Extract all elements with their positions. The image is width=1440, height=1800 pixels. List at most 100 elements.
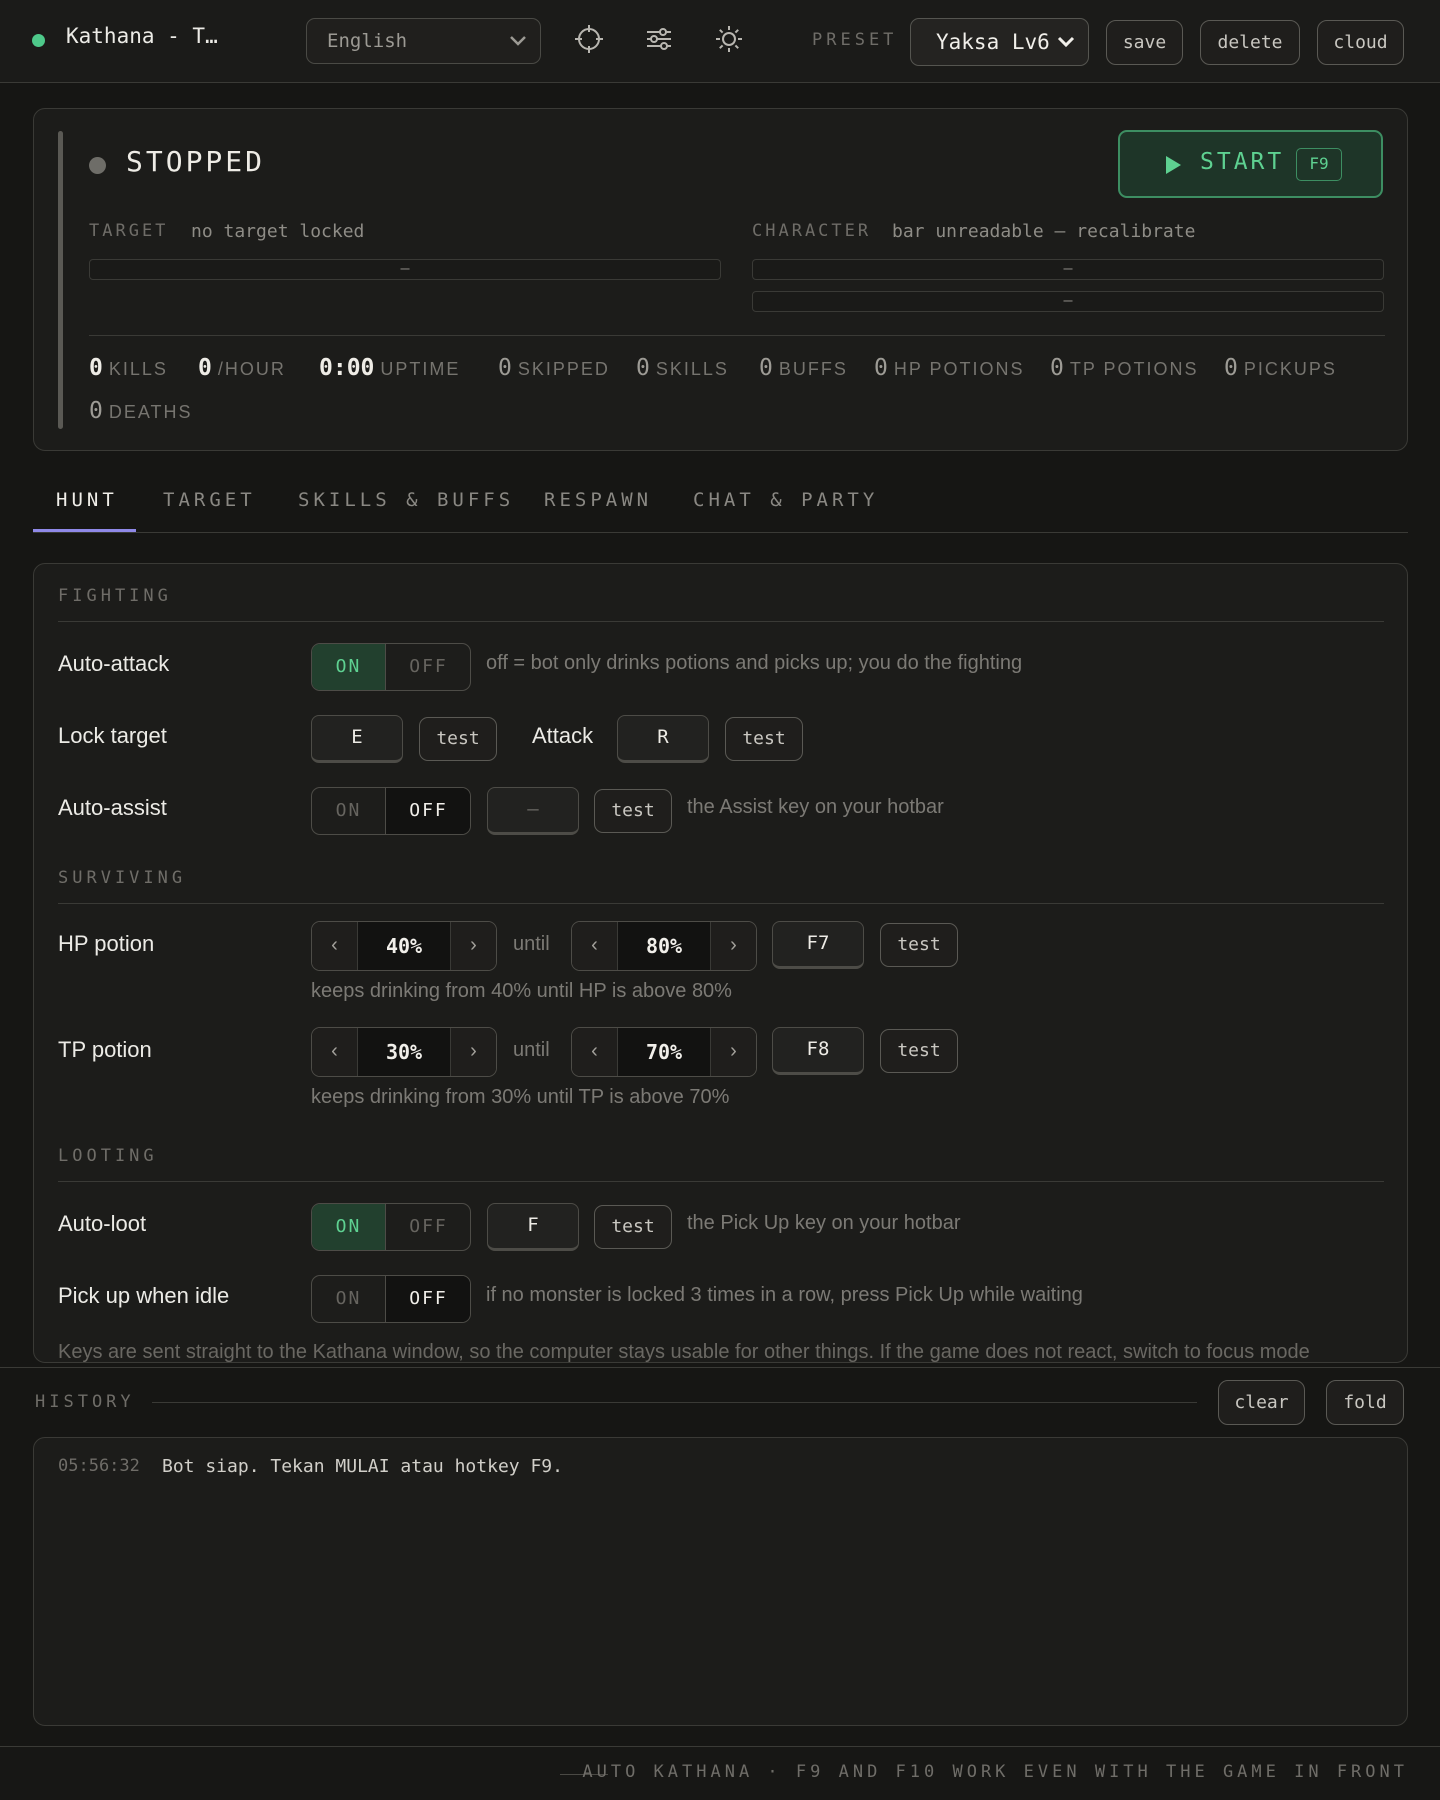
tab-hunt[interactable]: HUNT	[56, 489, 118, 511]
start-button[interactable]: START F9	[1118, 130, 1383, 198]
stat-value: 0	[636, 355, 650, 381]
auto-attack-toggle[interactable]: ON OFF	[311, 643, 471, 691]
save-preset-button[interactable]: save	[1106, 20, 1183, 65]
footer: AUTO KATHANA · F9 AND F10 WORK EVEN WITH…	[0, 1746, 1440, 1800]
auto-attack-label: Auto-attack	[58, 651, 170, 676]
increment-button[interactable]: ›	[450, 922, 496, 970]
increment-button[interactable]: ›	[450, 1028, 496, 1076]
tp-potion-until-stepper[interactable]: ‹ 70% ›	[571, 1027, 757, 1077]
delete-preset-button[interactable]: delete	[1200, 20, 1300, 65]
sliders-icon[interactable]	[644, 24, 674, 54]
cloud-button[interactable]: cloud	[1317, 20, 1404, 65]
tab-respawn[interactable]: RESPAWN	[544, 489, 652, 511]
hp-potion-until-value: 80%	[645, 934, 683, 958]
decrement-button[interactable]: ‹	[572, 1028, 618, 1076]
hp-potion-from-stepper[interactable]: ‹ 40% ›	[311, 921, 497, 971]
pickup-key[interactable]: F	[487, 1203, 579, 1251]
app-status-dot	[32, 34, 45, 47]
stat-value: 0	[1224, 355, 1238, 381]
tp-potion-from-stepper[interactable]: ‹ 30% ›	[311, 1027, 497, 1077]
toggle-off[interactable]: OFF	[385, 1276, 470, 1322]
character-section-label: CHARACTER	[752, 221, 872, 241]
stat-value: 0	[498, 355, 512, 381]
stat-kills: 0 KILLS	[89, 355, 168, 381]
hunt-settings-panel: FIGHTING Auto-attack ON OFF off = bot on…	[33, 563, 1408, 1363]
clear-history-button[interactable]: clear	[1218, 1380, 1305, 1425]
crosshair-icon[interactable]	[574, 24, 604, 54]
auto-attack-hint: off = bot only drinks potions and picks …	[486, 652, 1023, 674]
tp-potion-key[interactable]: F8	[772, 1027, 864, 1075]
auto-loot-hint: the Pick Up key on your hotbar	[687, 1212, 961, 1234]
hp-potion-key[interactable]: F7	[772, 921, 864, 969]
tp-potion-test-button[interactable]: test	[880, 1029, 958, 1073]
stat-label: BUFFS	[778, 359, 848, 379]
increment-button[interactable]: ›	[710, 1028, 756, 1076]
lock-target-key[interactable]: E	[311, 715, 403, 763]
lock-target-label: Lock target	[58, 723, 167, 748]
toggle-on[interactable]: ON	[312, 1276, 385, 1322]
hp-potion-test-button[interactable]: test	[880, 923, 958, 967]
assist-test-button[interactable]: test	[594, 789, 672, 833]
decrement-button[interactable]: ‹	[312, 1028, 358, 1076]
auto-assist-toggle[interactable]: ON OFF	[311, 787, 471, 835]
toggle-off[interactable]: OFF	[385, 788, 470, 834]
pickup-test-button[interactable]: test	[594, 1205, 672, 1249]
stat-buffs: 0 BUFFS	[759, 355, 848, 381]
active-tab-indicator	[33, 529, 136, 532]
stat-deaths: 0 DEATHS	[89, 398, 193, 424]
tab-bar: HUNT TARGET SKILLS & BUFFS RESPAWN CHAT …	[33, 467, 1408, 533]
play-icon	[1166, 156, 1181, 174]
attack-test-button[interactable]: test	[725, 717, 803, 761]
stat-value: 0	[198, 355, 212, 381]
pickup-idle-hint: if no monster is locked 3 times in a row…	[486, 1284, 1083, 1306]
stat-value: 0	[874, 355, 888, 381]
tab-target[interactable]: TARGET	[163, 489, 256, 511]
keys-footnote: Keys are sent straight to the Kathana wi…	[58, 1341, 1310, 1363]
assist-key[interactable]: –	[487, 787, 579, 835]
stat-value: 0	[1050, 355, 1064, 381]
target-section-label: TARGET	[89, 221, 169, 241]
fighting-heading: FIGHTING	[58, 586, 172, 606]
pickup-idle-label: Pick up when idle	[58, 1283, 230, 1308]
divider	[58, 1181, 1384, 1182]
stat-label: PICKUPS	[1243, 359, 1337, 379]
stat-uptime: 0:00 UPTIME	[319, 355, 460, 381]
hp-potion-from-value: 40%	[385, 934, 423, 958]
toggle-on[interactable]: ON	[312, 644, 385, 690]
toggle-on[interactable]: ON	[312, 1204, 385, 1250]
divider	[152, 1402, 1197, 1403]
pickup-idle-toggle[interactable]: ON OFF	[311, 1275, 471, 1323]
stat-label: HP POTIONS	[893, 359, 1025, 379]
tab-skills-buffs[interactable]: SKILLS & BUFFS	[298, 489, 514, 511]
fold-history-button[interactable]: fold	[1326, 1380, 1404, 1425]
stat-label: /HOUR	[217, 359, 286, 379]
lock-target-test-button[interactable]: test	[419, 717, 497, 761]
stat-label: DEATHS	[108, 402, 193, 422]
top-bar: Kathana - T… English PRESET Yaksa Lv6 sa…	[0, 0, 1440, 83]
decrement-button[interactable]: ‹	[312, 922, 358, 970]
auto-loot-toggle[interactable]: ON OFF	[311, 1203, 471, 1251]
decrement-button[interactable]: ‹	[572, 922, 618, 970]
hp-potion-until-stepper[interactable]: ‹ 80% ›	[571, 921, 757, 971]
sun-icon[interactable]	[714, 24, 744, 54]
status-indicator-bar	[58, 131, 63, 429]
surviving-heading: SURVIVING	[58, 868, 187, 888]
increment-button[interactable]: ›	[710, 922, 756, 970]
stat-value: 0	[759, 355, 773, 381]
attack-key[interactable]: R	[617, 715, 709, 763]
history-log: 05:56:32 Bot siap. Tekan MULAI atau hotk…	[33, 1437, 1408, 1726]
log-entry-message: Bot siap. Tekan MULAI atau hotkey F9.	[162, 1456, 563, 1477]
stat-label: SKILLS	[655, 359, 729, 379]
stat-label: TP POTIONS	[1069, 359, 1199, 379]
toggle-off[interactable]: OFF	[385, 1204, 470, 1250]
divider	[58, 621, 1384, 622]
toggle-on[interactable]: ON	[312, 788, 385, 834]
stat-skills: 0 SKILLS	[636, 355, 729, 381]
history-header: HISTORY clear fold	[0, 1367, 1440, 1435]
language-select[interactable]: English	[306, 18, 541, 64]
toggle-off[interactable]: OFF	[385, 644, 470, 690]
stat-per-hour: 0/HOUR	[198, 355, 286, 381]
preset-select[interactable]: Yaksa Lv6	[910, 18, 1089, 66]
chevron-down-icon	[1057, 36, 1075, 48]
tab-chat-party[interactable]: CHAT & PARTY	[693, 489, 878, 511]
